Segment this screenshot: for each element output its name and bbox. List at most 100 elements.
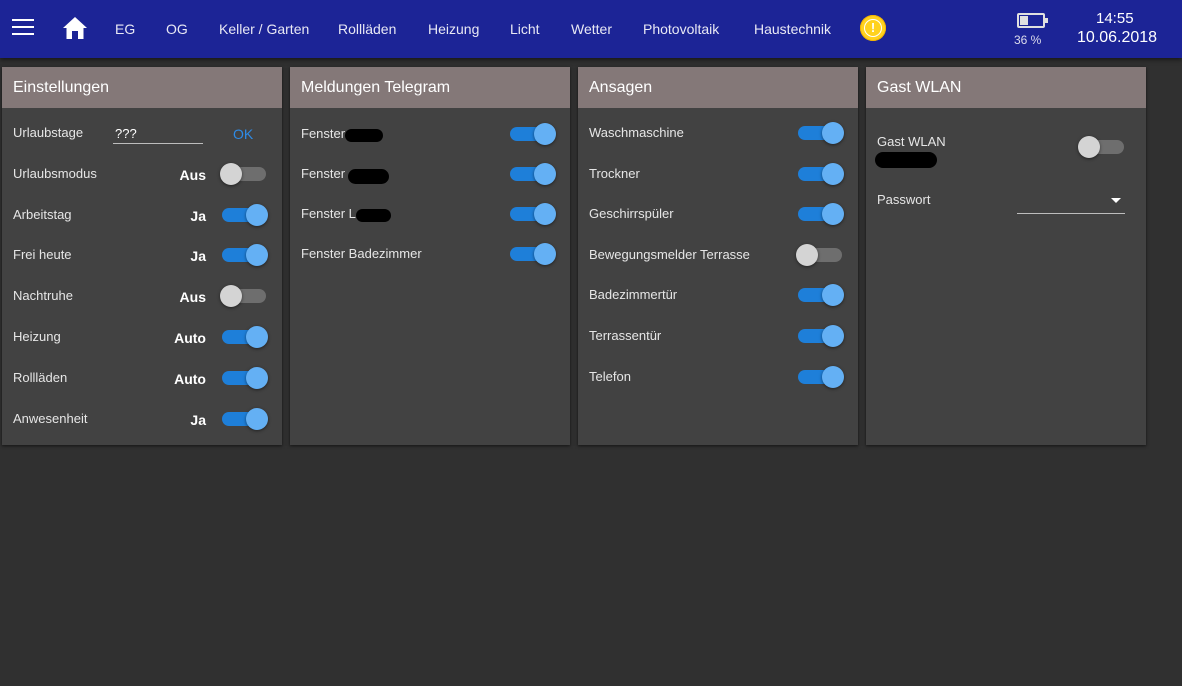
notification-label: Fenster <box>301 126 346 141</box>
warning-icon[interactable]: ! <box>860 15 886 41</box>
toggle-knob <box>220 163 242 185</box>
card-title: Gast WLAN <box>866 67 1146 108</box>
notification-label: Fenster L <box>301 206 356 221</box>
trockner-toggle[interactable] <box>798 163 844 185</box>
row-fenster-1: Fenster <box>290 119 570 149</box>
announcement-label: Telefon <box>589 369 631 384</box>
top-app-bar: EG OG Keller / Garten Rollläden Heizung … <box>0 0 1182 58</box>
battery-level-fill <box>1020 16 1028 25</box>
announcement-label: Waschmaschine <box>589 125 684 140</box>
row-bewegungsmelder-terrasse: Bewegungsmelder Terrasse <box>578 240 858 270</box>
setting-label: Anwesenheit <box>13 411 88 426</box>
toggle-knob <box>822 366 844 388</box>
bewegungsmelder-terrasse-toggle[interactable] <box>796 244 842 266</box>
geschirrspueler-toggle[interactable] <box>798 203 844 225</box>
urlaubsmodus-toggle[interactable] <box>220 163 266 185</box>
nav-photovoltaik[interactable]: Photovoltaik <box>643 21 719 37</box>
toggle-knob <box>246 408 268 430</box>
toggle-knob <box>822 122 844 144</box>
toggle-knob <box>246 326 268 348</box>
anwesenheit-toggle[interactable] <box>222 408 268 430</box>
card-title: Einstellungen <box>2 67 282 108</box>
row-fenster-2: Fenster <box>290 159 570 189</box>
rolllaeden-toggle[interactable] <box>222 367 268 389</box>
nachtruhe-toggle[interactable] <box>220 285 266 307</box>
toggle-knob <box>534 243 556 265</box>
passwort-select[interactable] <box>1017 191 1125 214</box>
nav-keller-garten[interactable]: Keller / Garten <box>219 21 309 37</box>
announcement-label: Geschirrspüler <box>589 206 674 221</box>
gast-wlan-toggle[interactable] <box>1078 136 1124 158</box>
toggle-knob <box>822 325 844 347</box>
row-fenster-3: Fenster L <box>290 199 570 229</box>
row-rolllaeden: Rollläden Auto <box>2 363 282 393</box>
toggle-knob <box>246 244 268 266</box>
home-icon[interactable] <box>62 16 88 40</box>
notification-label: Fenster Badezimmer <box>301 246 422 261</box>
notification-label: Fenster <box>301 166 346 181</box>
announcement-label: Badezimmertür <box>589 287 678 302</box>
announcement-label: Trockner <box>589 166 640 181</box>
hamburger-menu-icon[interactable] <box>12 19 34 37</box>
setting-label: Nachtruhe <box>13 288 73 303</box>
badezimmertuer-toggle[interactable] <box>798 284 844 306</box>
setting-label: Heizung <box>13 329 61 344</box>
nav-haustechnik[interactable]: Haustechnik <box>754 21 831 37</box>
card-gast-wlan: Gast WLAN Gast WLAN Passwort <box>866 67 1146 445</box>
row-arbeitstag: Arbeitstag Ja <box>2 200 282 230</box>
nav-heizung[interactable]: Heizung <box>428 21 479 37</box>
card-einstellungen: Einstellungen Urlaubstage OK Urlaubsmodu… <box>2 67 282 445</box>
row-anwesenheit: Anwesenheit Ja <box>2 404 282 434</box>
setting-value: Auto <box>174 371 206 387</box>
setting-value: Auto <box>174 330 206 346</box>
battery-percentage: 36 % <box>1014 33 1042 47</box>
row-telefon: Telefon <box>578 362 858 392</box>
toggle-knob <box>796 244 818 266</box>
terrassentuer-toggle[interactable] <box>798 325 844 347</box>
setting-value: Ja <box>190 248 206 264</box>
clock-time: 14:55 <box>1096 10 1134 27</box>
telegram-fenster-1-toggle[interactable] <box>510 123 556 145</box>
row-nachtruhe: Nachtruhe Aus <box>2 281 282 311</box>
announcement-label: Terrassentür <box>589 328 662 343</box>
waschmaschine-toggle[interactable] <box>798 122 844 144</box>
nav-og[interactable]: OG <box>166 21 188 37</box>
gast-wlan-label: Gast WLAN <box>877 134 946 149</box>
card-ansagen: Ansagen Waschmaschine Trockner Geschirrs… <box>578 67 858 445</box>
card-title: Meldungen Telegram <box>290 67 570 108</box>
passwort-label: Passwort <box>877 192 931 207</box>
redaction-mark <box>345 129 383 142</box>
redaction-mark <box>875 152 937 168</box>
nav-rolllaeden[interactable]: Rollläden <box>338 21 396 37</box>
nav-licht[interactable]: Licht <box>510 21 540 37</box>
row-terrassentuer: Terrassentür <box>578 321 858 351</box>
row-gast-wlan-toggle: Gast WLAN <box>866 127 1146 168</box>
setting-label: Frei heute <box>13 247 72 262</box>
frei-heute-toggle[interactable] <box>222 244 268 266</box>
clock-date: 10.06.2018 <box>1077 29 1158 46</box>
urlaubstage-ok-button[interactable]: OK <box>233 126 253 142</box>
toggle-knob <box>246 367 268 389</box>
telegram-fenster-2-toggle[interactable] <box>510 163 556 185</box>
nav-wetter[interactable]: Wetter <box>571 21 612 37</box>
nav-eg[interactable]: EG <box>115 21 135 37</box>
row-badezimmertuer: Badezimmertür <box>578 280 858 310</box>
row-geschirrspueler: Geschirrspüler <box>578 199 858 229</box>
toggle-knob <box>1078 136 1100 158</box>
setting-value: Ja <box>190 208 206 224</box>
heizung-toggle[interactable] <box>222 326 268 348</box>
toggle-knob <box>822 203 844 225</box>
telefon-toggle[interactable] <box>798 366 844 388</box>
row-heizung: Heizung Auto <box>2 322 282 352</box>
telegram-fenster-badezimmer-toggle[interactable] <box>510 243 556 265</box>
toggle-knob <box>246 204 268 226</box>
row-urlaubstage: Urlaubstage OK <box>2 118 282 148</box>
telegram-fenster-3-toggle[interactable] <box>510 203 556 225</box>
dropdown-arrow-icon <box>1111 198 1121 203</box>
setting-label: Rollläden <box>13 370 68 385</box>
setting-value: Ja <box>190 412 206 428</box>
card-meldungen-telegram: Meldungen Telegram Fenster Fenster Fenst… <box>290 67 570 445</box>
row-frei-heute: Frei heute Ja <box>2 240 282 270</box>
urlaubstage-input[interactable] <box>113 123 203 144</box>
arbeitstag-toggle[interactable] <box>222 204 268 226</box>
